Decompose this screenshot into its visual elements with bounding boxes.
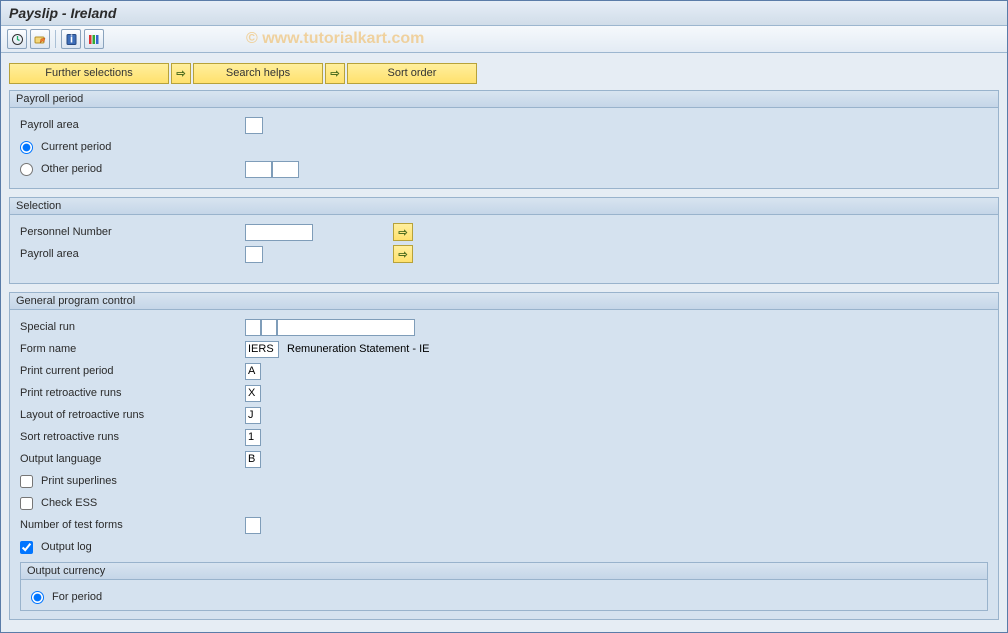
output-log-label: Output log	[41, 541, 92, 553]
further-selections-button[interactable]: Further selections	[9, 63, 169, 84]
folder-export-icon	[34, 33, 47, 46]
group-title: Selection	[10, 198, 998, 215]
list-button[interactable]	[84, 29, 104, 49]
variant-button[interactable]	[30, 29, 50, 49]
check-ess-option[interactable]: Check ESS	[20, 497, 245, 510]
group-title: Output currency	[21, 563, 987, 580]
group-title: General program control	[10, 293, 998, 310]
group-general-program-control: General program control Special run Form…	[9, 292, 999, 620]
current-period-option[interactable]: Current period	[20, 141, 245, 154]
clock-icon	[11, 33, 24, 46]
label-special-run: Special run	[20, 321, 245, 333]
special-run-input-3[interactable]	[277, 319, 415, 336]
sort-order-button[interactable]: Sort order	[347, 63, 477, 84]
form-name-input[interactable]	[245, 341, 279, 358]
number-test-forms-input[interactable]	[245, 517, 261, 534]
group-payroll-period: Payroll period Payroll area Current peri…	[9, 90, 999, 189]
other-period-input-1[interactable]	[245, 161, 272, 178]
arrow-right-icon: ⇨	[398, 248, 407, 261]
label-layout-retro-runs: Layout of retroactive runs	[20, 409, 245, 421]
output-language-input[interactable]	[245, 451, 261, 468]
other-period-label: Other period	[41, 163, 102, 175]
search-helps-arrow[interactable]: ⇨	[171, 63, 191, 84]
check-ess-label: Check ESS	[41, 497, 97, 509]
group-selection: Selection Personnel Number ⇨ Payroll are…	[9, 197, 999, 284]
special-run-input-1[interactable]	[245, 319, 261, 336]
arrow-right-icon: ⇨	[330, 67, 339, 80]
arrow-right-icon: ⇨	[398, 226, 407, 239]
current-period-radio[interactable]	[20, 141, 33, 154]
check-ess-checkbox[interactable]	[20, 497, 33, 510]
print-superlines-checkbox[interactable]	[20, 475, 33, 488]
label-personnel-number: Personnel Number	[20, 226, 245, 238]
multiple-selection-button[interactable]: ⇨	[393, 245, 413, 263]
special-run-input-2[interactable]	[261, 319, 277, 336]
current-period-label: Current period	[41, 141, 111, 153]
sort-order-arrow[interactable]: ⇨	[325, 63, 345, 84]
info-icon: i	[65, 33, 78, 46]
layout-retro-runs-input[interactable]	[245, 407, 261, 424]
print-superlines-label: Print superlines	[41, 475, 117, 487]
execute-button[interactable]	[7, 29, 27, 49]
label-sort-retro-runs: Sort retroactive runs	[20, 431, 245, 443]
label-payroll-area-sel: Payroll area	[20, 248, 245, 260]
payroll-area-input[interactable]	[245, 117, 263, 134]
other-period-input-2[interactable]	[272, 161, 299, 178]
for-period-option[interactable]: For period	[31, 591, 256, 604]
label-output-language: Output language	[20, 453, 245, 465]
output-log-option[interactable]: Output log	[20, 541, 245, 554]
print-retro-runs-input[interactable]	[245, 385, 261, 402]
selection-buttons: Further selections ⇨ Search helps ⇨ Sort…	[9, 63, 999, 84]
label-print-retro-runs: Print retroactive runs	[20, 387, 245, 399]
sort-retro-runs-input[interactable]	[245, 429, 261, 446]
output-log-checkbox[interactable]	[20, 541, 33, 554]
app-toolbar: i © www.tutorialkart.com	[1, 26, 1007, 53]
watermark: © www.tutorialkart.com	[246, 30, 424, 48]
group-output-currency: Output currency For period	[20, 562, 988, 611]
label-payroll-area: Payroll area	[20, 119, 245, 131]
label-form-name: Form name	[20, 343, 245, 355]
group-title: Payroll period	[10, 91, 998, 108]
personnel-number-input[interactable]	[245, 224, 313, 241]
page-title: Payslip - Ireland	[1, 1, 1007, 26]
multiple-selection-button[interactable]: ⇨	[393, 223, 413, 241]
print-superlines-option[interactable]: Print superlines	[20, 475, 245, 488]
label-print-current-period: Print current period	[20, 365, 245, 377]
search-helps-button[interactable]: Search helps	[193, 63, 323, 84]
bar-list-icon	[88, 33, 101, 46]
for-period-radio[interactable]	[31, 591, 44, 604]
label-number-test-forms: Number of test forms	[20, 519, 245, 531]
info-button[interactable]: i	[61, 29, 81, 49]
for-period-label: For period	[52, 591, 102, 603]
svg-text:i: i	[69, 33, 72, 45]
toolbar-separator	[55, 30, 56, 48]
print-current-period-input[interactable]	[245, 363, 261, 380]
arrow-right-icon: ⇨	[176, 67, 185, 80]
form-name-desc: Remuneration Statement - IE	[287, 343, 429, 355]
other-period-option[interactable]: Other period	[20, 163, 245, 176]
payroll-area-sel-input[interactable]	[245, 246, 263, 263]
other-period-radio[interactable]	[20, 163, 33, 176]
